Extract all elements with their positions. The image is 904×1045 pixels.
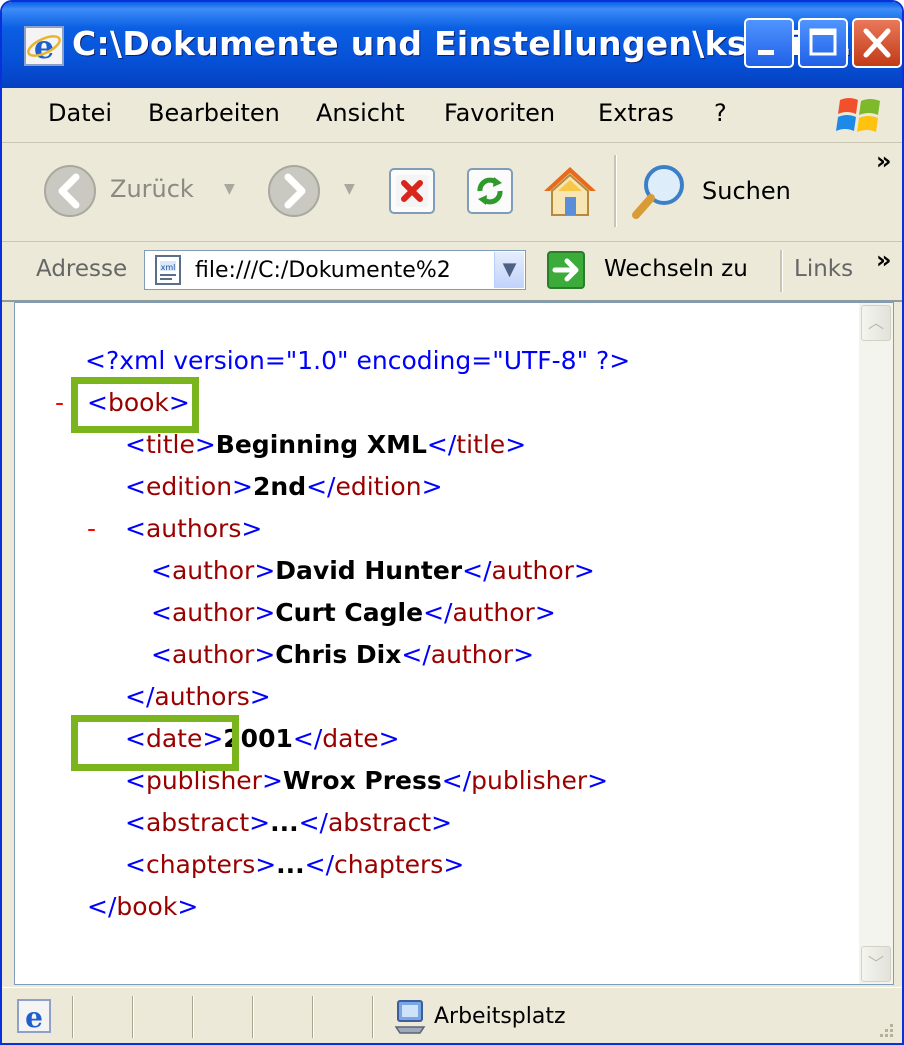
address-dropdown-button[interactable]: ▼: [494, 252, 524, 288]
abstract-element: <abstract>...</abstract>: [125, 808, 453, 837]
xml-document-view: <?xml version="1.0" encoding="UTF-8" ?> …: [14, 302, 894, 985]
address-url: file:///C:/Dokumente%2: [195, 258, 451, 283]
status-divider: [192, 996, 194, 1038]
browser-window: e C:\Dokumente und Einstellungen\kschil.…: [0, 0, 904, 1045]
svg-text:e: e: [34, 28, 54, 66]
menu-help[interactable]: ?: [714, 99, 727, 127]
title-value: Beginning XML: [215, 430, 427, 459]
refresh-icon: [467, 168, 513, 214]
stop-button[interactable]: [386, 165, 438, 217]
minimize-icon: [758, 50, 774, 55]
author-element: <author>Chris Dix</author>: [151, 640, 535, 669]
status-bar: e Arbeitsplatz: [2, 987, 902, 1043]
my-computer-icon: [394, 1000, 426, 1034]
refresh-button[interactable]: [464, 165, 516, 217]
status-divider: [252, 996, 254, 1038]
stop-icon: [389, 168, 435, 214]
maximize-icon: [809, 28, 837, 56]
book-tag-highlight: [71, 377, 199, 433]
security-zone-label: Arbeitsplatz: [434, 1004, 566, 1029]
author-value: Curt Cagle: [275, 598, 424, 627]
menu-bearbeiten[interactable]: Bearbeiten: [148, 99, 280, 127]
maximize-button[interactable]: [798, 18, 848, 68]
collapse-authors-toggle[interactable]: -: [87, 509, 96, 549]
book-close-line: </book>: [87, 892, 199, 921]
xml-declaration: <?xml version="1.0" encoding="UTF-8" ?>: [85, 346, 631, 375]
author-value: David Hunter: [275, 556, 463, 585]
address-separator: [780, 250, 783, 292]
page-status-icon: e: [17, 999, 51, 1034]
back-label: Zurück: [110, 175, 194, 203]
links-more-chevron[interactable]: »: [876, 246, 892, 274]
chevron-up-icon: ︿: [867, 313, 884, 332]
go-label: Wechseln zu: [604, 256, 748, 282]
back-dropdown-icon[interactable]: ▼: [224, 181, 235, 197]
search-label: Suchen: [702, 177, 791, 205]
toolbar-more-chevron[interactable]: »: [876, 147, 892, 175]
status-divider: [372, 996, 374, 1038]
menu-extras[interactable]: Extras: [598, 99, 674, 127]
xml-page-icon: xml: [155, 255, 181, 285]
menu-bar: Datei Bearbeiten Ansicht Favoriten Extra…: [2, 88, 902, 143]
scroll-down-button[interactable]: ﹀: [861, 946, 891, 982]
links-label[interactable]: Links: [794, 256, 853, 282]
chevron-down-icon: ▼: [502, 259, 517, 280]
author-value: Chris Dix: [275, 640, 402, 669]
menu-ansicht[interactable]: Ansicht: [316, 99, 405, 127]
status-divider: [132, 996, 134, 1038]
search-icon: [632, 165, 684, 219]
menu-favoriten[interactable]: Favoriten: [444, 99, 555, 127]
vertical-scrollbar[interactable]: ︿ ﹀: [859, 303, 893, 984]
resize-grip-icon[interactable]: [874, 1020, 896, 1042]
address-input[interactable]: xml file:///C:/Dokumente%2 ▼: [144, 250, 526, 290]
windows-logo-icon: [836, 98, 880, 132]
back-arrow-icon: [44, 165, 96, 217]
author-element: <author>Curt Cagle</author>: [151, 598, 556, 627]
address-label: Adresse: [36, 256, 128, 282]
address-bar: Adresse xml file:///C:/Dokumente%2 ▼ Wec…: [2, 242, 902, 302]
search-button[interactable]: Suchen: [630, 159, 810, 223]
toolbar-separator: [614, 155, 617, 227]
scroll-up-button[interactable]: ︿: [861, 305, 891, 341]
svg-text:xml: xml: [161, 263, 176, 272]
back-button[interactable]: Zurück ▼: [42, 161, 262, 221]
home-icon: [544, 167, 596, 216]
forward-dropdown-icon[interactable]: ▼: [344, 181, 355, 197]
author-element: <author>David Hunter</author>: [151, 556, 595, 585]
window-title: C:\Dokumente und Einstellungen\kschil...: [72, 24, 853, 63]
home-button[interactable]: [538, 159, 602, 223]
chapters-value: ...: [276, 850, 305, 879]
edition-value: 2nd: [253, 472, 307, 501]
go-button[interactable]: Wechseln zu: [546, 250, 772, 292]
forward-button[interactable]: ▼: [266, 161, 366, 221]
forward-arrow-icon: [268, 165, 320, 217]
close-button[interactable]: [852, 18, 902, 68]
status-divider: [312, 996, 314, 1038]
chapters-element: <chapters>...</chapters>: [125, 850, 465, 879]
close-icon: [863, 28, 891, 58]
authors-close-line: </authors>: [125, 682, 271, 711]
status-divider: [72, 996, 74, 1038]
minimize-button[interactable]: [744, 18, 794, 68]
collapse-book-toggle[interactable]: -: [55, 383, 64, 423]
abstract-value: ...: [270, 808, 299, 837]
date-tag-highlight: [71, 715, 239, 771]
chevron-down-icon: ﹀: [867, 954, 884, 973]
publisher-value: Wrox Press: [282, 766, 442, 795]
title-bar[interactable]: e C:\Dokumente und Einstellungen\kschil.…: [2, 2, 902, 88]
standard-toolbar: Zurück ▼ ▼ Suchen »: [2, 143, 902, 242]
edition-element: <edition>2nd</edition>: [125, 472, 443, 501]
menu-datei[interactable]: Datei: [48, 99, 112, 127]
svg-text:e: e: [25, 1001, 43, 1034]
go-arrow-icon: [547, 251, 585, 289]
internet-explorer-icon: e: [24, 26, 64, 66]
